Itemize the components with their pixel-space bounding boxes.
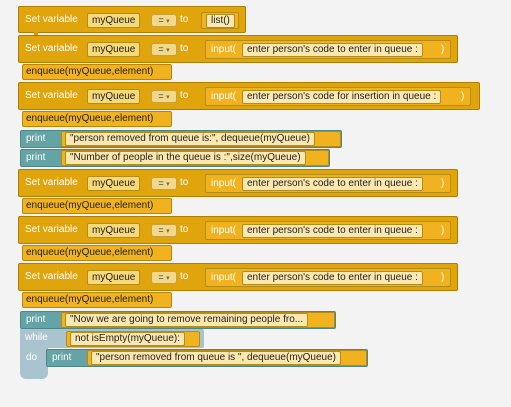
operator-label: = [158, 91, 164, 101]
input-close-paren: ) [441, 178, 445, 189]
operator-label: = [158, 272, 164, 282]
to-label: to [180, 177, 189, 188]
set-variable-block-6[interactable]: Set variable myQueue = ▾ to input( enter… [18, 263, 458, 291]
enqueue-call-text: enqueue(myQueue,element) [26, 294, 154, 305]
enqueue-call-text: enqueue(myQueue,element) [26, 247, 154, 258]
print-arg-block[interactable]: "Now we are going to remove remaining pe… [61, 312, 335, 328]
print-block-removed[interactable]: print "person removed from queue is:", d… [20, 130, 342, 148]
set-variable-label: Set variable [25, 271, 78, 282]
print-arg-block[interactable]: "person removed from queue is:", dequeue… [61, 131, 341, 147]
input-label: input( [211, 225, 237, 236]
input-call-block[interactable]: input( enter person's code to enter in q… [205, 174, 451, 193]
blocks-workspace[interactable]: Set variable myQueue = ▾ to list() Set v… [0, 0, 511, 407]
operator-label: = [158, 178, 164, 188]
prompt-text-field[interactable]: enter person's code to enter in queue : [242, 43, 423, 57]
chevron-down-icon: ▾ [166, 275, 170, 282]
while-condition-block[interactable]: not isEmpty(myQueue): [66, 331, 200, 347]
to-label: to [180, 271, 189, 282]
enqueue-block-1[interactable]: enqueue(myQueue,element) [22, 64, 172, 80]
input-close-paren: ) [461, 91, 465, 102]
variable-name-field[interactable]: myQueue [87, 223, 141, 238]
set-variable-block-4[interactable]: Set variable myQueue = ▾ to input( enter… [18, 169, 458, 197]
input-label: input( [211, 272, 237, 283]
set-variable-label: Set variable [25, 224, 78, 235]
enqueue-call-text: enqueue(myQueue,element) [26, 66, 154, 77]
to-label: to [180, 14, 189, 25]
input-label: input( [211, 91, 237, 102]
input-close-paren: ) [441, 225, 445, 236]
enqueue-block-2[interactable]: enqueue(myQueue,element) [22, 111, 172, 127]
set-variable-label: Set variable [25, 90, 78, 101]
variable-name-field[interactable]: myQueue [87, 176, 141, 191]
operator-dropdown[interactable]: = ▾ [151, 90, 177, 103]
input-call-block[interactable]: input( enter person's code to enter in q… [205, 40, 451, 59]
print-arg-block[interactable]: "Number of people in the queue is :",siz… [61, 150, 329, 166]
list-call-text: list() [206, 14, 235, 28]
to-label: to [180, 224, 189, 235]
enqueue-block-5[interactable]: enqueue(myQueue,element) [22, 292, 172, 308]
variable-name-field[interactable]: myQueue [87, 270, 141, 285]
set-variable-block-5[interactable]: Set variable myQueue = ▾ to input( enter… [18, 216, 458, 244]
while-label: while [25, 332, 48, 343]
set-variable-label: Set variable [25, 14, 78, 25]
print-arg-text: "person removed from queue is ", dequeue… [91, 351, 342, 365]
operator-dropdown[interactable]: = ▾ [151, 177, 177, 190]
set-variable-block-2[interactable]: Set variable myQueue = ▾ to input( enter… [18, 35, 458, 63]
input-close-paren: ) [441, 44, 445, 55]
while-header[interactable]: while not isEmpty(myQueue): [20, 329, 204, 348]
enqueue-block-3[interactable]: enqueue(myQueue,element) [22, 198, 172, 214]
set-variable-block-1[interactable]: Set variable myQueue = ▾ to list() [18, 6, 246, 33]
print-arg-text: "person removed from queue is:", dequeue… [65, 132, 316, 146]
print-block-remaining[interactable]: print "Now we are going to remove remain… [20, 311, 336, 329]
print-block-count[interactable]: print "Number of people in the queue is … [20, 149, 330, 167]
chevron-down-icon: ▾ [166, 228, 170, 235]
print-arg-text: "Now we are going to remove remaining pe… [65, 313, 309, 327]
prompt-text-field[interactable]: enter person's code to enter in queue : [242, 224, 423, 238]
operator-label: = [158, 44, 164, 54]
chevron-down-icon: ▾ [166, 18, 170, 25]
input-label: input( [211, 178, 237, 189]
chevron-down-icon: ▾ [166, 47, 170, 54]
operator-dropdown[interactable]: = ▾ [151, 43, 177, 56]
while-condition-text: not isEmpty(myQueue): [70, 332, 186, 346]
set-variable-label: Set variable [25, 43, 78, 54]
print-arg-text: "Number of people in the queue is :",siz… [65, 151, 306, 165]
input-call-block[interactable]: input( enter person's code to enter in q… [205, 221, 451, 240]
to-label: to [180, 90, 189, 101]
input-call-block[interactable]: input( enter person's code to enter in q… [205, 268, 451, 287]
variable-name-field[interactable]: myQueue [87, 13, 141, 28]
variable-name-field[interactable]: myQueue [87, 89, 141, 104]
list-call-block[interactable]: list() [201, 12, 239, 29]
prompt-text-field[interactable]: enter person's code to enter in queue : [242, 271, 423, 285]
enqueue-call-text: enqueue(myQueue,element) [26, 113, 154, 124]
print-label: print [52, 352, 72, 363]
print-label: print [26, 314, 46, 325]
input-label: input( [211, 44, 237, 55]
operator-dropdown[interactable]: = ▾ [151, 14, 177, 27]
print-block-while-body[interactable]: print "person removed from queue is ", d… [46, 349, 368, 367]
prompt-text-field[interactable]: enter person's code to enter in queue : [242, 177, 423, 191]
print-label: print [26, 133, 46, 144]
chevron-down-icon: ▾ [166, 181, 170, 188]
input-close-paren: ) [441, 272, 445, 283]
input-call-block[interactable]: input( enter person's code for insertion… [205, 87, 471, 106]
do-label: do [26, 352, 38, 363]
variable-name-field[interactable]: myQueue [87, 42, 141, 57]
chevron-down-icon: ▾ [166, 94, 170, 101]
operator-label: = [158, 15, 164, 25]
set-variable-block-3[interactable]: Set variable myQueue = ▾ to input( enter… [18, 82, 480, 110]
print-label: print [26, 152, 46, 163]
operator-dropdown[interactable]: = ▾ [151, 271, 177, 284]
print-arg-block[interactable]: "person removed from queue is ", dequeue… [87, 350, 367, 366]
to-label: to [180, 43, 189, 54]
enqueue-block-4[interactable]: enqueue(myQueue,element) [22, 245, 172, 261]
operator-dropdown[interactable]: = ▾ [151, 224, 177, 237]
enqueue-call-text: enqueue(myQueue,element) [26, 200, 154, 211]
set-variable-label: Set variable [25, 177, 78, 188]
operator-label: = [158, 225, 164, 235]
prompt-text-field[interactable]: enter person's code for insertion in que… [242, 90, 442, 104]
